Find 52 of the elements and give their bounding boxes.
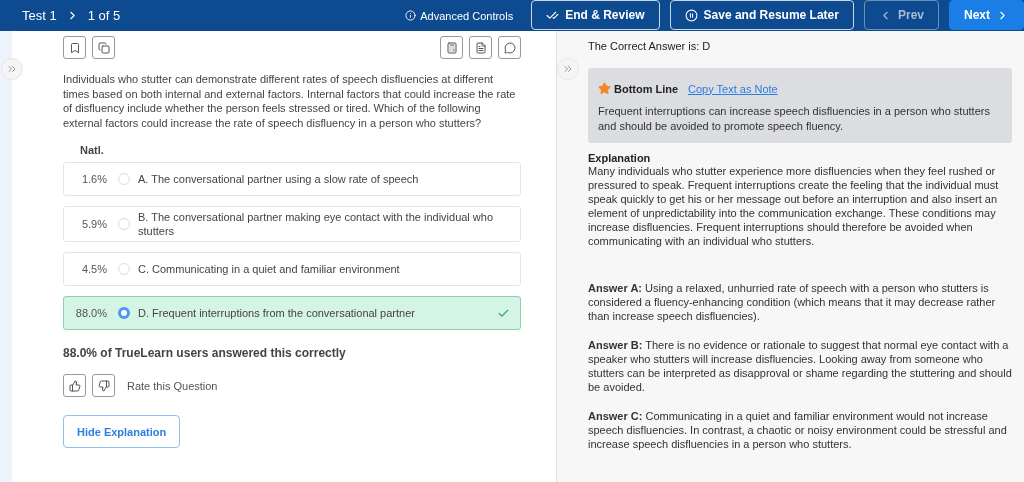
choice-text: B. The conversational partner making eye contact with the individual who stutters <box>138 210 495 238</box>
bookmark-icon <box>68 41 81 54</box>
info-icon <box>405 10 417 21</box>
choice-text: C. Communicating in a quiet and familiar environment <box>138 262 401 276</box>
choice-percentage: 1.6% <box>80 173 107 185</box>
explanation-title: Explanation <box>588 152 652 164</box>
notes-button[interactable] <box>469 36 492 59</box>
answer-choice[interactable]: 88.0% D. Frequent interruptions from the conversational partner <box>63 296 521 330</box>
answer-choice[interactable]: 1.6% A. The conversational partner using a slow rate of speech <box>63 162 521 196</box>
hide-explanation-button[interactable]: Hide Explanation <box>63 415 181 448</box>
double-chevron-icon <box>6 63 18 75</box>
thumbs-up-icon <box>68 379 81 392</box>
correct-stats: 88.0% of TrueLearn users answered this correctly <box>63 346 347 360</box>
next-button[interactable]: Next <box>949 0 1024 30</box>
test-title: Test 1 <box>22 8 57 23</box>
answer-rationale: Answer B: There is no evidence or rationale to suggest that normal eye contact with a speaker who stutters will increase disfluencies. Looking away from someone who stutters can be interpreted as disapproval or shame regarding the stuttering and should be avoided. <box>588 338 1012 394</box>
bottom-line-text: Frequent interruptions can increase speech disfluencies in a person who stutters and should be avoided to promote speech fluency. <box>598 104 991 133</box>
end-review-button[interactable]: End & Review <box>531 0 660 30</box>
explanation-text: Many individuals who stutter experience more disfluencies when they feel rushed or pressured to speak. Frequent interruptions create the feeling that the individual must speak quickly to get his or her message out before an interruption and also insert an element of unpredictability into the communication exchange. These conditions may increase disfluencies. Frequent interruptions should therefore be avoided when communicating with an individual who stutters. <box>588 164 1000 248</box>
question-counter: 1 of 5 <box>87 8 121 23</box>
answer-choice[interactable]: 5.9% B. The conversational partner making eye contact with the individual who stutters <box>63 206 521 242</box>
answer-choice[interactable]: 4.5% C. Communicating in a quiet and familiar environment <box>63 252 521 286</box>
calculator-icon <box>445 41 458 54</box>
expand-panel-button[interactable] <box>1 58 23 80</box>
rate-label: Rate this Question <box>127 379 218 392</box>
thumbs-down-icon <box>97 379 110 392</box>
correct-answer: The Correct Answer is: D <box>588 40 712 52</box>
choice-text: A. The conversational partner using a slow rate of speech <box>138 172 420 186</box>
question-text: Individuals who stutter can demonstrate different rates of speech disfluencies at different times based on both internal and external factors. Internal factors that could increase the rate of disfluency include whether the person feels stressed or tired. Which of the following external factors could increase the rate of speech disfluency in a person who stutters? <box>63 72 517 130</box>
national-column-label: Natl. <box>80 144 105 156</box>
calculator-button[interactable] <box>440 36 463 59</box>
star-icon <box>598 82 611 95</box>
choice-text: D. Frequent interruptions from the conversational partner <box>138 306 416 320</box>
bookmark-button[interactable] <box>63 36 86 59</box>
answer-rationale: Answer C: Communicating in a quiet and familiar environment would not increase speech disfluencies. In contrast, a chaotic or noisy environment could be stressful and increase speech disfluencies in a person who stutters. <box>588 409 1008 451</box>
save-resume-button[interactable]: Save and Resume Later <box>669 0 854 30</box>
copy-icon <box>97 41 110 54</box>
pause-icon <box>684 8 698 22</box>
advanced-controls-button[interactable]: Advanced Controls <box>405 9 514 22</box>
choice-percentage: 5.9% <box>80 218 107 230</box>
copy-button[interactable] <box>92 36 115 59</box>
bottom-line-title: Bottom Line <box>614 82 680 95</box>
choice-percentage: 4.5% <box>80 263 107 275</box>
thumbs-down-button[interactable] <box>92 374 115 397</box>
speech-bubble-icon <box>503 41 516 54</box>
thumbs-up-button[interactable] <box>63 374 86 397</box>
document-icon <box>474 41 487 54</box>
answer-rationale: Answer A: Using a relaxed, unhurried rate of speech with a person who stutters is considered a fluency-enhancing condition (which means that it may decrease rather than increase speech disfluencies). <box>588 281 997 323</box>
choice-percentage: 88.0% <box>74 307 107 319</box>
radio-button[interactable] <box>118 307 130 319</box>
double-chevron-icon <box>562 63 574 75</box>
comment-button[interactable] <box>498 36 521 59</box>
